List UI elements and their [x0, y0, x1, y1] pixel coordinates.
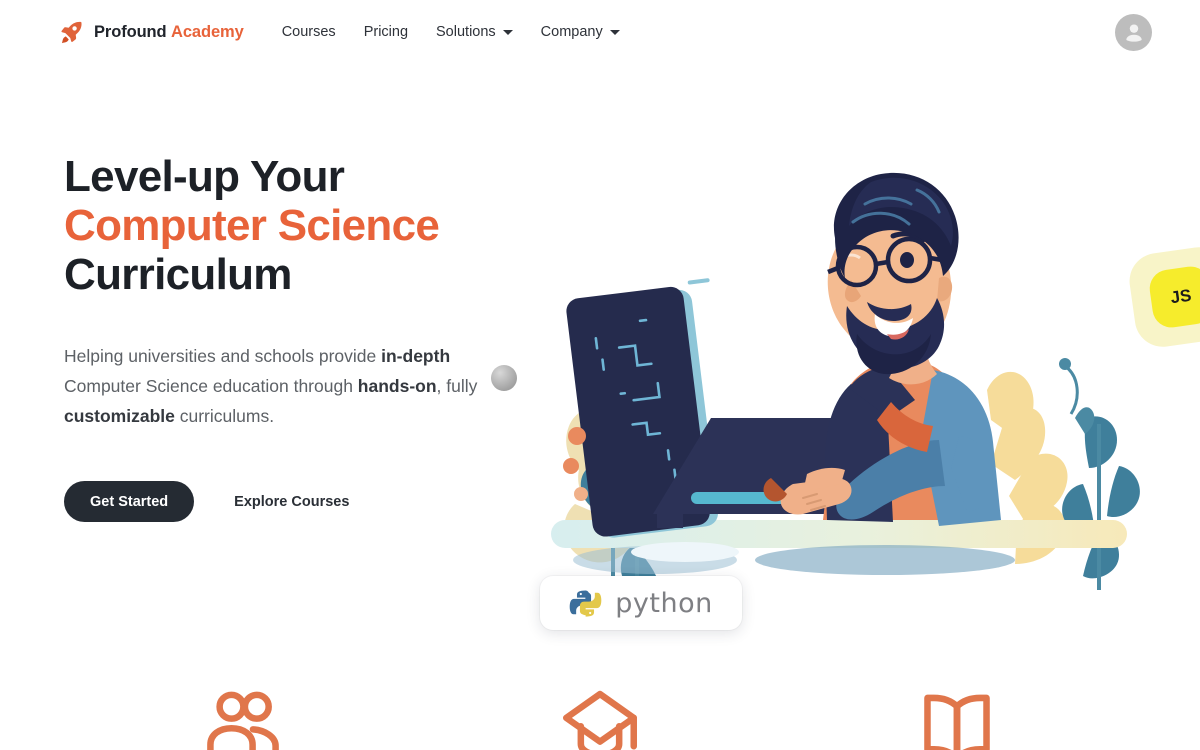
chevron-down-icon — [502, 29, 513, 35]
top-navbar: Profound Academy Courses Pricing Solutio… — [0, 0, 1200, 64]
headline-line-2: Computer Science — [64, 201, 440, 250]
feature-item-curriculum[interactable] — [779, 678, 1136, 750]
nav-item-label: Courses — [281, 24, 336, 40]
brand-name-primary: Profound — [94, 22, 167, 41]
subhead-bold-1: in-depth — [381, 346, 451, 366]
python-label: python — [615, 587, 713, 619]
nav-item-label: Company — [540, 24, 603, 40]
nav-item-solutions[interactable]: Solutions — [436, 18, 513, 46]
brand-name: Profound Academy — [94, 23, 244, 42]
nav-links: Courses Pricing Solutions Company — [282, 18, 648, 46]
get-started-button[interactable]: Get Started — [64, 481, 195, 522]
nav-item-courses[interactable]: Courses — [282, 18, 336, 46]
feature-item-education[interactable] — [421, 678, 778, 750]
hero-illustration: JS ML — [535, 118, 1200, 638]
feature-item-community[interactable] — [64, 678, 421, 750]
page-title: Level-up Your Computer Science Curriculu… — [64, 152, 534, 299]
badge-javascript: JS — [1125, 243, 1200, 351]
feature-icon-strip — [64, 678, 1136, 750]
subhead-bold-2: hands-on — [357, 376, 437, 396]
nav-item-pricing[interactable]: Pricing — [364, 18, 408, 46]
nav-item-label: Pricing — [363, 24, 409, 40]
python-logo-icon — [569, 587, 602, 620]
subhead-text-4: curriculums. — [174, 406, 275, 426]
avatar[interactable] — [1115, 14, 1152, 51]
subhead-text-2: Computer Science education through — [64, 376, 358, 396]
hero-text-block: Level-up Your Computer Science Curriculu… — [64, 152, 534, 522]
badge-python: python — [540, 576, 742, 630]
chevron-down-icon — [609, 29, 620, 35]
brand-name-secondary: Academy — [171, 22, 244, 41]
user-avatar-icon — [1121, 20, 1147, 46]
headline-line-1: Level-up Your — [64, 152, 345, 201]
subhead-text-1: Helping universities and schools provide — [64, 346, 382, 366]
graduation-cap-icon — [554, 678, 646, 750]
rocket-icon — [58, 19, 94, 45]
people-group-icon — [197, 678, 289, 750]
nav-item-company[interactable]: Company — [541, 18, 620, 46]
hero-subheading: Helping universities and schools provide… — [64, 341, 514, 431]
subhead-bold-3: customizable — [64, 406, 175, 426]
headline-line-3: Curriculum — [64, 250, 292, 299]
cta-row: Get Started Explore Courses — [64, 481, 534, 522]
brand-logo[interactable]: Profound Academy — [58, 19, 244, 45]
open-book-icon — [911, 678, 1003, 750]
subhead-text-3: , fully — [436, 376, 478, 396]
explore-courses-link[interactable]: Explore Courses — [234, 494, 349, 510]
nav-item-label: Solutions — [436, 24, 496, 40]
landing-page: Profound Academy Courses Pricing Solutio… — [0, 0, 1200, 750]
